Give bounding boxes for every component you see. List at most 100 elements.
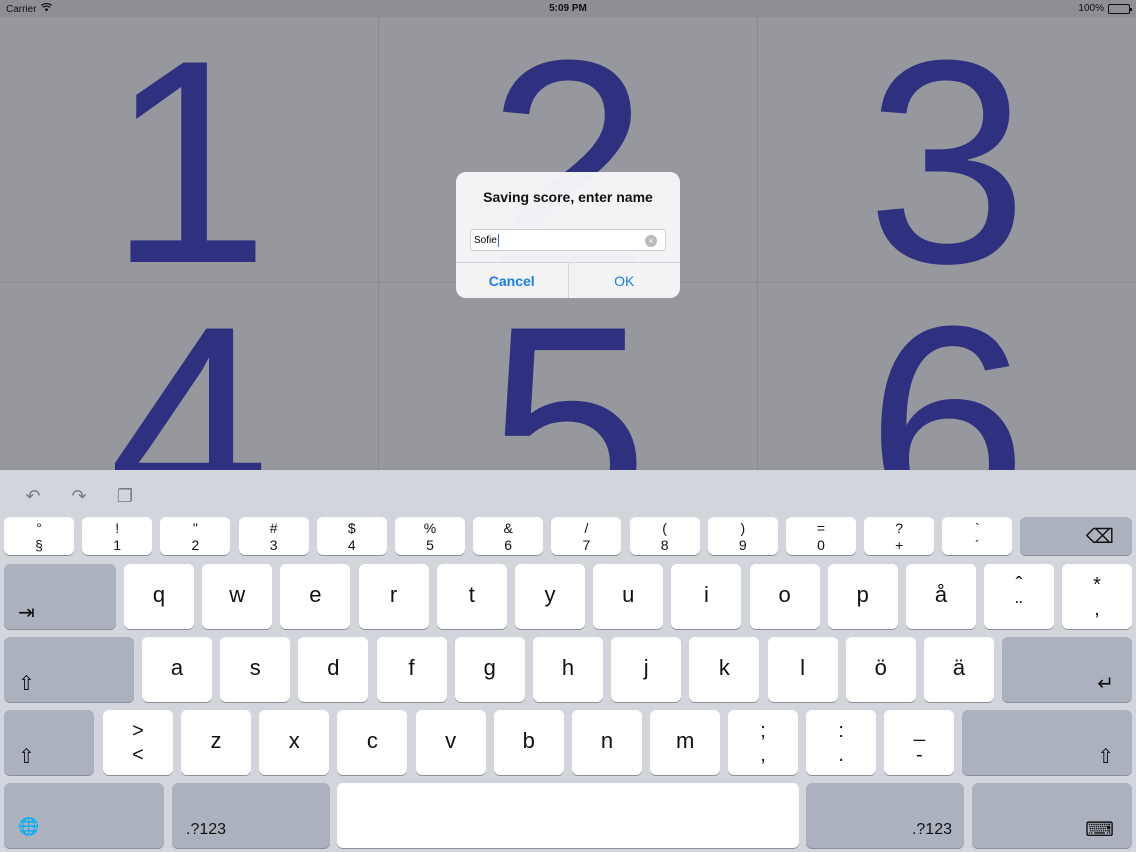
key-num-3[interactable]: #3 bbox=[238, 517, 309, 555]
key-pair-row1-0[interactable]: ˆ ¨ bbox=[984, 564, 1054, 629]
key-n[interactable]: n bbox=[572, 710, 642, 775]
caps-lock-icon: ⇧ bbox=[18, 673, 35, 695]
key-char: 2 bbox=[191, 537, 200, 553]
key-pair-row3-1[interactable]: :. bbox=[806, 710, 877, 775]
key-c[interactable]: c bbox=[337, 710, 408, 775]
key-pair-row3-2[interactable]: _ - bbox=[884, 710, 955, 775]
text-cursor bbox=[498, 234, 499, 247]
key-num-11[interactable]: ? + bbox=[864, 517, 935, 555]
key-shift-char: * bbox=[1093, 574, 1101, 596]
key-l[interactable]: l bbox=[767, 637, 838, 702]
key-num-5[interactable]: % 5 bbox=[395, 517, 465, 555]
key-q[interactable]: q bbox=[124, 564, 194, 629]
key-y[interactable]: y bbox=[515, 564, 585, 629]
clear-text-icon[interactable]: × bbox=[645, 235, 657, 247]
key-char: v bbox=[445, 728, 457, 753]
key-b[interactable]: b bbox=[493, 710, 564, 775]
key-å[interactable]: å bbox=[906, 564, 976, 629]
key-shift-char: / bbox=[584, 520, 589, 536]
key-w[interactable]: w bbox=[202, 564, 273, 629]
key-r[interactable]: r bbox=[358, 564, 429, 629]
key-num-6[interactable]: & 6 bbox=[473, 517, 544, 555]
key-num-0[interactable]: ° § bbox=[4, 517, 74, 555]
key-num-4[interactable]: $4 bbox=[316, 517, 387, 555]
key-char: w bbox=[229, 582, 246, 607]
key-char: e bbox=[309, 582, 322, 607]
paste-icon[interactable]: ❐ bbox=[114, 486, 136, 506]
globe-key[interactable]: 🌐 bbox=[4, 783, 164, 848]
key-num-2[interactable]: " 2 bbox=[160, 517, 231, 555]
tab-icon: ⇥ bbox=[18, 602, 35, 624]
key-num-10[interactable]: = 0 bbox=[786, 517, 856, 555]
alert-buttons: Cancel OK bbox=[456, 262, 680, 298]
key-shift-char: : bbox=[838, 720, 844, 742]
key-num-8[interactable]: (8 bbox=[629, 517, 700, 555]
key-ö[interactable]: ö bbox=[845, 637, 916, 702]
key-angle-brackets[interactable]: > < bbox=[103, 710, 173, 775]
key-char: t bbox=[468, 582, 475, 607]
key-char: ¨ bbox=[1015, 598, 1023, 620]
cancel-button[interactable]: Cancel bbox=[456, 263, 569, 298]
key-i[interactable]: i bbox=[671, 564, 742, 629]
key-v[interactable]: v bbox=[415, 710, 486, 775]
key-char: ä bbox=[952, 655, 966, 680]
key-f[interactable]: f bbox=[376, 637, 447, 702]
key-ä[interactable]: ä bbox=[924, 637, 994, 702]
tab-key[interactable]: ⇥ bbox=[4, 564, 116, 629]
delete-key[interactable]: ⌫ bbox=[1020, 517, 1132, 555]
shift-left-key[interactable]: ⇧ bbox=[4, 710, 94, 775]
key-m[interactable]: m bbox=[650, 710, 721, 775]
key-num-9[interactable]: ) 9 bbox=[707, 517, 778, 555]
save-score-alert: Saving score, enter name Sofie × Cancel … bbox=[456, 172, 680, 298]
key-shift-char: & bbox=[503, 520, 513, 536]
key-s[interactable]: s bbox=[220, 637, 291, 702]
keyboard-shortcut-bar: ↶ ↷ ❐ bbox=[22, 486, 136, 506]
key-x[interactable]: x bbox=[259, 710, 330, 775]
key-shift-char: ; bbox=[760, 720, 766, 742]
key-num-12[interactable]: ` ´ bbox=[942, 517, 1013, 555]
key-char: u bbox=[622, 582, 635, 607]
delete-icon: ⌫ bbox=[1085, 526, 1114, 548]
key-char: m bbox=[676, 728, 695, 753]
key-a[interactable]: a bbox=[142, 637, 212, 702]
shift-right-key[interactable]: ⇧ bbox=[962, 710, 1132, 775]
caps-lock-key[interactable]: ⇧ bbox=[4, 637, 134, 702]
key-num-1[interactable]: ! 1 bbox=[82, 517, 153, 555]
key-u[interactable]: u bbox=[593, 564, 664, 629]
key-shift-char: ! bbox=[115, 520, 120, 536]
key-k[interactable]: k bbox=[689, 637, 760, 702]
name-input-value: Sofie bbox=[474, 235, 497, 246]
key-shift-char: = bbox=[816, 520, 826, 536]
name-input[interactable]: Sofie × bbox=[470, 229, 666, 251]
key-num-7[interactable]: /7 bbox=[551, 517, 622, 555]
key-char: x bbox=[288, 728, 300, 753]
key-pair-row3-0[interactable]: ;, bbox=[728, 710, 798, 775]
return-key[interactable]: ↵ bbox=[1002, 637, 1132, 702]
ok-button[interactable]: OK bbox=[569, 263, 681, 298]
key-h[interactable]: h bbox=[533, 637, 603, 702]
numbers-key-label: .?123 bbox=[911, 821, 952, 838]
redo-icon[interactable]: ↷ bbox=[68, 486, 90, 506]
key-shift-char: ° bbox=[36, 520, 42, 536]
key-char: ´ bbox=[975, 537, 980, 553]
key-t[interactable]: t bbox=[436, 564, 507, 629]
key-char: z bbox=[210, 728, 222, 753]
key-char: , bbox=[760, 744, 766, 766]
hide-keyboard-key[interactable]: ⌨ bbox=[972, 783, 1132, 848]
key-j[interactable]: j bbox=[611, 637, 682, 702]
key-d[interactable]: d bbox=[298, 637, 369, 702]
key-z[interactable]: z bbox=[181, 710, 251, 775]
key-char: 4 bbox=[347, 537, 356, 553]
key-char: c bbox=[366, 728, 378, 753]
key-char: b bbox=[522, 728, 535, 753]
key-g[interactable]: g bbox=[454, 637, 525, 702]
key-pair-row1-1[interactable]: *, bbox=[1062, 564, 1132, 629]
key-o[interactable]: o bbox=[749, 564, 820, 629]
numbers-key-right[interactable]: .?123 bbox=[806, 783, 964, 848]
clock: 5:09 PM bbox=[549, 3, 587, 14]
key-e[interactable]: e bbox=[280, 564, 351, 629]
space-bar[interactable] bbox=[337, 783, 799, 848]
key-p[interactable]: p bbox=[827, 564, 898, 629]
numbers-key-left[interactable]: .?123 bbox=[172, 783, 330, 848]
undo-icon[interactable]: ↶ bbox=[22, 486, 44, 506]
